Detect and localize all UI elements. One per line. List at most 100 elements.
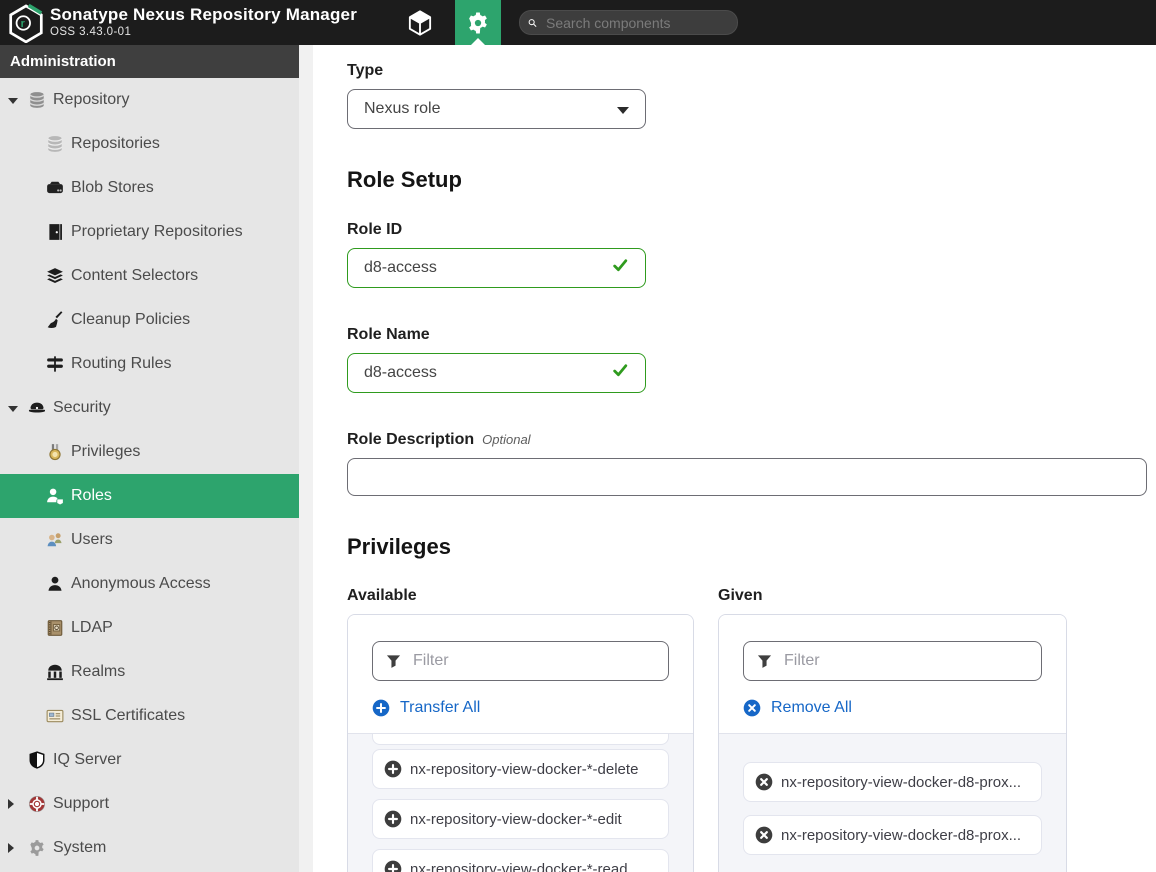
role-description-field bbox=[347, 458, 1147, 496]
sidebar-item-ldap[interactable]: LDAP bbox=[0, 606, 299, 650]
role-id-label: Role ID bbox=[347, 220, 1156, 239]
transfer-all-button[interactable]: Transfer All bbox=[372, 699, 480, 717]
sidebar-item-label: Cleanup Policies bbox=[71, 311, 190, 329]
available-privileges-panel: Transfer All nx-repository-view-docker-*… bbox=[347, 614, 694, 872]
admin-sidebar: Administration Repository Repositories B… bbox=[0, 45, 299, 872]
sidebar-item-proprietary-repositories[interactable]: Proprietary Repositories bbox=[0, 210, 299, 254]
sidebar-item-repository[interactable]: Repository bbox=[0, 78, 299, 122]
sidebar-item-users[interactable]: Users bbox=[0, 518, 299, 562]
sidebar-item-anonymous-access[interactable]: Anonymous Access bbox=[0, 562, 299, 606]
caret-right-icon[interactable] bbox=[8, 799, 22, 809]
plus-circle-icon bbox=[384, 810, 402, 828]
global-search[interactable] bbox=[519, 10, 738, 35]
sidebar-item-label: Content Selectors bbox=[71, 267, 198, 285]
x-circle-icon bbox=[755, 773, 773, 791]
list-item[interactable]: nx-repository-view-docker-d8-prox... bbox=[743, 815, 1042, 855]
life-ring-icon bbox=[28, 795, 46, 813]
role-setup-heading: Role Setup bbox=[347, 167, 1156, 193]
sidebar-item-security[interactable]: Security bbox=[0, 386, 299, 430]
sidebar-item-routing-rules[interactable]: Routing Rules bbox=[0, 342, 299, 386]
layers-icon bbox=[46, 267, 64, 285]
database-icon bbox=[28, 91, 46, 109]
valid-check-icon bbox=[612, 257, 629, 279]
caret-down-icon[interactable] bbox=[8, 96, 22, 104]
users-icon bbox=[46, 531, 64, 549]
plus-circle-icon bbox=[384, 760, 402, 778]
role-type-select[interactable]: Nexus role bbox=[347, 89, 646, 129]
top-header-bar: r Sonatype Nexus Repository Manager OSS … bbox=[0, 0, 1156, 45]
privileges-heading: Privileges bbox=[347, 534, 1156, 560]
list-item[interactable]: nx-repository-view-docker-*-read bbox=[372, 849, 669, 872]
given-privileges-list[interactable]: nx-repository-view-docker-d8-prox... nx-… bbox=[719, 734, 1066, 872]
sidebar-item-label: Anonymous Access bbox=[71, 575, 211, 593]
optional-hint: Optional bbox=[482, 432, 530, 447]
sidebar-item-label: Routing Rules bbox=[71, 355, 172, 373]
valid-check-icon bbox=[612, 362, 629, 384]
search-input[interactable] bbox=[544, 14, 729, 32]
privilege-name: nx-repository-view-docker-d8-prox... bbox=[781, 774, 1021, 791]
caret-right-icon[interactable] bbox=[8, 843, 22, 853]
sidebar-section-header: Administration bbox=[0, 45, 299, 78]
app-brand: Sonatype Nexus Repository Manager OSS 3.… bbox=[50, 5, 357, 38]
sidebar-item-label: System bbox=[53, 839, 106, 857]
sidebar-item-privileges[interactable]: Privileges bbox=[0, 430, 299, 474]
sidebar-item-roles[interactable]: Roles bbox=[0, 474, 299, 518]
type-label: Type bbox=[347, 61, 1156, 80]
address-book-icon bbox=[46, 619, 64, 637]
sidebar-item-blob-stores[interactable]: Blob Stores bbox=[0, 166, 299, 210]
sidebar-item-realms[interactable]: Realms bbox=[0, 650, 299, 694]
chevron-down-icon bbox=[617, 107, 629, 114]
police-cap-icon bbox=[28, 399, 46, 417]
funnel-icon bbox=[757, 654, 772, 669]
medal-icon bbox=[46, 443, 64, 461]
available-privileges-list[interactable]: nx-repository-view-docker-*-delete nx-re… bbox=[348, 734, 693, 872]
sidebar-item-system[interactable]: System bbox=[0, 826, 299, 870]
user-icon bbox=[46, 575, 64, 593]
sidebar-item-repositories[interactable]: Repositories bbox=[0, 122, 299, 166]
role-id-field bbox=[347, 248, 646, 288]
available-filter[interactable] bbox=[372, 641, 669, 681]
available-filter-input[interactable] bbox=[411, 651, 655, 671]
list-item[interactable]: nx-repository-view-docker-*-delete bbox=[372, 749, 669, 789]
caret-down-icon[interactable] bbox=[8, 404, 22, 412]
x-circle-icon bbox=[743, 699, 761, 717]
sidebar-item-support[interactable]: Support bbox=[0, 782, 299, 826]
role-name-field bbox=[347, 353, 646, 393]
role-description-input[interactable] bbox=[364, 468, 1130, 486]
sidebar-item-ssl-certificates[interactable]: SSL Certificates bbox=[0, 694, 299, 738]
role-id-input[interactable] bbox=[364, 259, 604, 277]
admin-mode-button[interactable] bbox=[455, 0, 501, 45]
gear-icon bbox=[466, 11, 490, 35]
plus-circle-icon bbox=[372, 699, 390, 717]
given-filter-input[interactable] bbox=[782, 651, 1028, 671]
signpost-icon bbox=[46, 355, 64, 373]
plus-circle-icon bbox=[384, 860, 402, 872]
sidebar-item-cleanup-policies[interactable]: Cleanup Policies bbox=[0, 298, 299, 342]
funnel-icon bbox=[386, 654, 401, 669]
browse-mode-button[interactable] bbox=[404, 8, 436, 38]
privilege-name: nx-repository-view-docker-d8-prox... bbox=[781, 827, 1021, 844]
sidebar-item-iq-server[interactable]: IQ Server bbox=[0, 738, 299, 782]
remove-all-button[interactable]: Remove All bbox=[743, 699, 852, 717]
sidebar-item-label: Realms bbox=[71, 663, 125, 681]
role-name-label: Role Name bbox=[347, 325, 1156, 344]
door-icon bbox=[46, 223, 64, 241]
given-filter[interactable] bbox=[743, 641, 1042, 681]
given-privileges-column: Given Remove All nx-repository-view bbox=[718, 586, 1067, 872]
role-name-input[interactable] bbox=[364, 364, 604, 382]
role-description-label-text: Role Description bbox=[347, 431, 474, 448]
sidebar-item-label: Proprietary Repositories bbox=[71, 223, 243, 241]
role-type-value: Nexus role bbox=[364, 100, 440, 118]
sidebar-item-label: Roles bbox=[71, 487, 112, 505]
app-version: OSS 3.43.0-01 bbox=[50, 26, 357, 38]
sidebar-item-label: Support bbox=[53, 795, 109, 813]
theater-icon bbox=[46, 663, 64, 681]
list-item[interactable]: nx-repository-view-docker-*-edit bbox=[372, 799, 669, 839]
list-item-partial[interactable] bbox=[372, 734, 669, 745]
sidebar-item-label: SSL Certificates bbox=[71, 707, 185, 725]
list-item[interactable]: nx-repository-view-docker-d8-prox... bbox=[743, 762, 1042, 802]
transfer-all-label: Transfer All bbox=[400, 699, 480, 717]
sidebar-item-label: Repository bbox=[53, 91, 129, 109]
sidebar-item-content-selectors[interactable]: Content Selectors bbox=[0, 254, 299, 298]
given-privileges-panel: Remove All nx-repository-view-docker-d8-… bbox=[718, 614, 1067, 872]
